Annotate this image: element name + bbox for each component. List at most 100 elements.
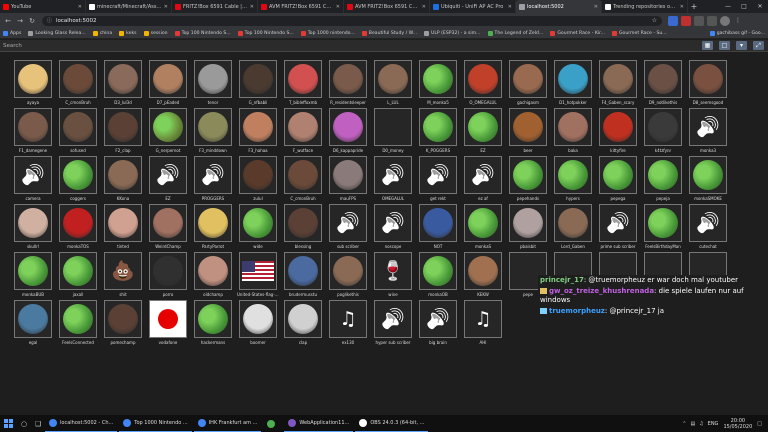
emote-thumbnail[interactable]: 💩: [104, 252, 142, 290]
maximize-icon[interactable]: □: [736, 0, 752, 13]
emote-thumbnail[interactable]: [239, 204, 277, 242]
bookmark-item[interactable]: session: [143, 30, 168, 36]
taskbar-app[interactable]: Top 1000 Nintendo ...: [119, 415, 192, 432]
emote-thumbnail[interactable]: [554, 204, 592, 242]
emote-thumbnail[interactable]: [284, 300, 322, 338]
bookmark-item[interactable]: Gourmet Race - Su...: [611, 30, 667, 36]
new-tab-button[interactable]: +: [688, 0, 700, 13]
emote-thumbnail[interactable]: [329, 252, 367, 290]
extension-icon[interactable]: [681, 15, 691, 26]
emote-thumbnail[interactable]: [689, 156, 727, 194]
emote-item[interactable]: 🔊 EZ: [149, 156, 187, 204]
forward-arrow-icon[interactable]: →: [15, 16, 25, 26]
emote-thumbnail[interactable]: [59, 60, 97, 98]
emote-thumbnail[interactable]: [554, 60, 592, 98]
emote-thumbnail[interactable]: [194, 252, 232, 290]
emote-item[interactable]: C_cmonBruh: [284, 156, 322, 204]
network-icon[interactable]: ▤: [690, 421, 695, 427]
emote-item[interactable]: jaxall: [59, 252, 97, 300]
emote-item[interactable]: pbaisbit: [509, 204, 547, 252]
emote-item[interactable]: FeelsBirthdayMan: [644, 204, 682, 252]
emote-thumbnail[interactable]: [14, 300, 52, 338]
emote-thumbnail[interactable]: [374, 108, 412, 146]
emote-item[interactable]: coggers: [59, 156, 97, 204]
emote-thumbnail[interactable]: [284, 252, 322, 290]
bookmark-item[interactable]: Gourmet Race - Kir...: [550, 30, 605, 36]
emote-thumbnail[interactable]: [194, 300, 232, 338]
tab-close-icon[interactable]: ✕: [594, 4, 598, 10]
emote-item[interactable]: 🔊 cutechat: [689, 204, 727, 252]
emote-thumbnail[interactable]: [374, 60, 412, 98]
emote-item[interactable]: D1_hotpokker: [554, 60, 592, 108]
emote-thumbnail[interactable]: [419, 252, 457, 290]
emote-item[interactable]: F3_minddown: [194, 108, 232, 156]
emote-thumbnail[interactable]: [149, 252, 187, 290]
browser-tab[interactable]: Ubiquiti - UniFi AP AC Pro ✕: [430, 0, 516, 13]
emote-thumbnail[interactable]: [104, 108, 142, 146]
browser-tab[interactable]: minecraft/Minecraft/Assets ✕: [86, 0, 172, 13]
search-input[interactable]: [0, 42, 690, 49]
emote-thumbnail[interactable]: [59, 156, 97, 194]
emote-thumbnail[interactable]: 🔊: [419, 156, 457, 194]
emote-thumbnail[interactable]: [509, 60, 547, 98]
emote-item[interactable]: WeirdChamp: [149, 204, 187, 252]
emote-item[interactable]: F1_damegene: [14, 108, 52, 156]
save-icon[interactable]: ▦: [702, 41, 713, 50]
emote-thumbnail[interactable]: [329, 60, 367, 98]
bookmark-item[interactable]: Top 100 Nintendo S...: [174, 30, 231, 36]
emote-item[interactable]: R_residentsleeper: [329, 60, 367, 108]
emote-thumbnail[interactable]: 🔊: [374, 300, 412, 338]
emote-thumbnail[interactable]: [329, 108, 367, 146]
emote-item[interactable]: F4_Gaben_scary: [599, 60, 637, 108]
emote-item[interactable]: poglikethis: [329, 252, 367, 300]
emote-thumbnail[interactable]: [509, 156, 547, 194]
emote-item[interactable]: ayaya: [14, 60, 52, 108]
emote-thumbnail[interactable]: [194, 108, 232, 146]
bookmark-item[interactable]: ULP (ESP32) - a sim...: [423, 30, 481, 36]
emote-item[interactable]: pepega: [599, 156, 637, 204]
emote-thumbnail[interactable]: [14, 204, 52, 242]
extension-icon[interactable]: [668, 15, 678, 26]
minimize-icon[interactable]: —: [720, 0, 736, 13]
profile-avatar[interactable]: [720, 15, 730, 26]
tab-close-icon[interactable]: ✕: [78, 4, 82, 10]
emote-item[interactable]: F_wutface: [284, 108, 322, 156]
emote-item[interactable]: F3_hahaa: [239, 108, 277, 156]
bookmark-item[interactable]: Beautiful Study / W...: [361, 30, 417, 36]
browser-tab[interactable]: localhost:5002 ✕: [516, 0, 602, 13]
emote-item[interactable]: 🔊 monka3: [689, 108, 727, 156]
reload-icon[interactable]: ↻: [27, 16, 37, 26]
emote-thumbnail[interactable]: [149, 204, 187, 242]
emote-thumbnail[interactable]: [59, 300, 97, 338]
emote-thumbnail[interactable]: [149, 108, 187, 146]
tab-close-icon[interactable]: ✕: [508, 4, 512, 10]
emote-thumbnail[interactable]: 🔊: [329, 204, 367, 242]
emote-item[interactable]: tinted: [104, 204, 142, 252]
emote-thumbnail[interactable]: [239, 300, 277, 338]
emote-item[interactable]: skullrl: [14, 204, 52, 252]
clock[interactable]: 20:00 15/05/2020: [723, 418, 752, 430]
emote-thumbnail[interactable]: 🍷: [374, 252, 412, 290]
taskbar-app[interactable]: [263, 415, 282, 432]
emote-thumbnail[interactable]: 🔊: [374, 156, 412, 194]
emote-item[interactable]: pepehands: [509, 156, 547, 204]
emote-item[interactable]: 🔊 prime sub scriber: [599, 204, 637, 252]
tab-close-icon[interactable]: ✕: [422, 4, 426, 10]
notification-icon[interactable]: □: [757, 421, 762, 427]
emote-thumbnail[interactable]: [14, 108, 52, 146]
tab-close-icon[interactable]: ✕: [336, 4, 340, 10]
emote-item[interactable]: 🔊 OMEGALUL: [374, 156, 412, 204]
emote-thumbnail[interactable]: 🔊: [689, 204, 727, 242]
folder-icon[interactable]: □: [719, 41, 730, 50]
emote-thumbnail[interactable]: [239, 252, 277, 290]
emote-thumbnail[interactable]: [329, 156, 367, 194]
browser-tab[interactable]: FRITZ!Box 6591 Cable | AVM ✕: [172, 0, 258, 13]
emote-item[interactable]: D8_seemsgood: [689, 60, 727, 108]
emote-thumbnail[interactable]: [59, 204, 97, 242]
emote-item[interactable]: K_POGGERS: [419, 108, 457, 156]
emote-item[interactable]: porro: [149, 252, 187, 300]
emote-item[interactable]: monkaSMOKE: [689, 156, 727, 204]
bookmark-item[interactable]: The Legend of Zeld...: [487, 30, 543, 36]
bookmark-item[interactable]: china: [92, 30, 112, 36]
bookmark-item[interactable]: gachibass gif - Goo...: [709, 30, 765, 36]
